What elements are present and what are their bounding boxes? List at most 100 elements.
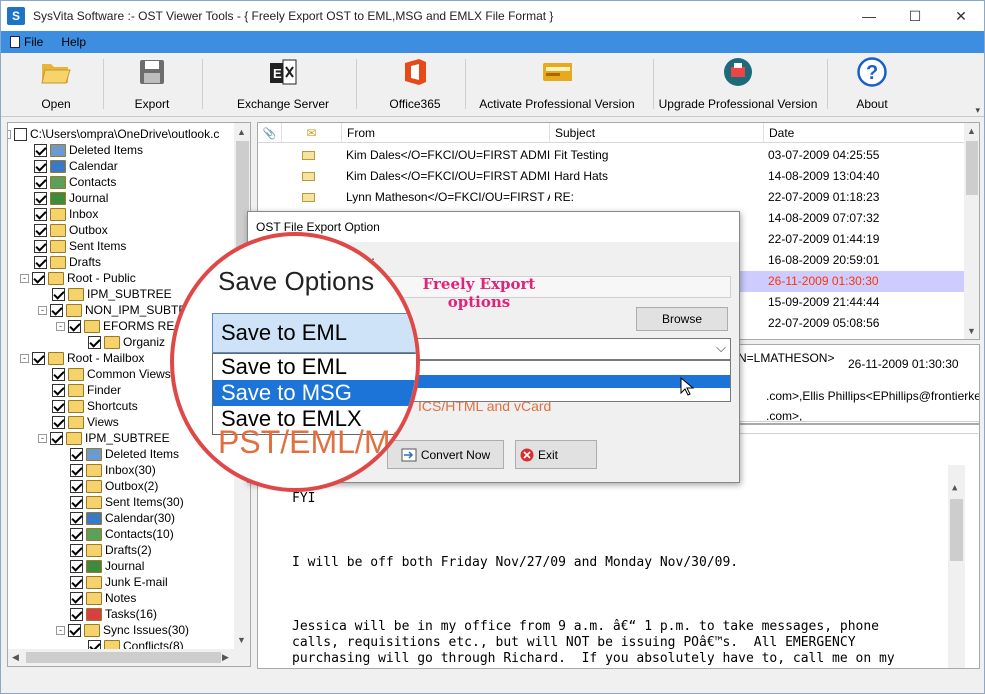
dropdown-option-highlighted[interactable] <box>388 375 730 388</box>
tree-checkbox[interactable] <box>70 479 83 493</box>
tree-item[interactable]: - Root - Public <box>20 270 136 286</box>
list-vertical-scrollbar[interactable]: ▲ ▼ <box>964 123 979 339</box>
tree-checkbox[interactable] <box>34 159 47 173</box>
tree-checkbox[interactable] <box>70 591 83 605</box>
title-bar[interactable]: S SysVita Software :- OST Viewer Tools -… <box>1 1 984 31</box>
menu-file[interactable]: File <box>1 31 52 53</box>
scroll-up-icon[interactable]: ▲ <box>952 483 957 493</box>
tree-checkbox[interactable] <box>34 255 47 269</box>
scroll-left-icon[interactable]: ◀ <box>12 652 19 663</box>
dropdown-option[interactable] <box>388 388 730 401</box>
tree-checkbox[interactable] <box>34 223 47 237</box>
tree-checkbox[interactable] <box>52 287 65 301</box>
tree-checkbox[interactable] <box>14 127 27 141</box>
tree-checkbox[interactable] <box>32 271 45 285</box>
tree-item[interactable]: Views <box>52 414 119 430</box>
tree-checkbox[interactable] <box>52 399 65 413</box>
tree-item[interactable]: Drafts(2) <box>70 542 152 558</box>
tree-checkbox[interactable] <box>50 431 63 445</box>
scroll-down-icon[interactable]: ▼ <box>237 635 246 645</box>
body-scrollbar-thumb[interactable] <box>950 499 963 561</box>
tree-item[interactable]: - C:\Users\ompra\OneDrive\outlook.c <box>8 126 219 142</box>
exchange-server-button[interactable]: E Exchange Server <box>233 57 333 111</box>
activate-professional-button[interactable]: Activate Professional Version <box>477 57 637 111</box>
dropdown-option[interactable] <box>388 361 730 375</box>
tree-item[interactable]: Contacts(10) <box>70 526 174 542</box>
menu-help[interactable]: Help <box>52 31 95 53</box>
tree-item[interactable]: Journal <box>34 190 108 206</box>
tree-checkbox[interactable] <box>52 415 65 429</box>
toolbar-overflow-icon[interactable]: ▾ <box>975 105 980 116</box>
tree-item[interactable]: Calendar <box>34 158 118 174</box>
tree-item[interactable]: IPM_SUBTREE <box>52 286 172 302</box>
type-column-header[interactable]: ✉ <box>282 123 342 143</box>
maximize-button[interactable]: ☐ <box>892 1 938 31</box>
tree-checkbox[interactable] <box>34 207 47 221</box>
tree-checkbox[interactable] <box>52 367 65 381</box>
save-format-dropdown[interactable]: ⌵ <box>387 338 731 360</box>
tree-item[interactable]: Calendar(30) <box>70 510 175 526</box>
about-button[interactable]: ? About <box>847 57 897 111</box>
tree-checkbox[interactable] <box>70 575 83 589</box>
export-button[interactable]: Export <box>127 57 177 111</box>
scroll-up-icon[interactable]: ▲ <box>237 127 246 137</box>
close-button[interactable]: ✕ <box>938 1 984 31</box>
tree-expander-icon[interactable]: - <box>38 305 47 315</box>
browse-button[interactable]: Browse <box>636 307 728 331</box>
tree-item[interactable]: Outbox(2) <box>70 478 158 494</box>
tree-expander-icon[interactable]: - <box>56 321 65 331</box>
date-column-header[interactable]: Date <box>764 123 964 143</box>
tree-item[interactable]: Inbox <box>34 206 98 222</box>
tree-checkbox[interactable] <box>32 351 45 365</box>
message-row[interactable]: Kim Dales</O=FKCI/OU=FIRST ADMIN... Fit T… <box>258 145 964 166</box>
scroll-right-icon[interactable]: ▶ <box>222 652 229 663</box>
tree-horizontal-scrollbar[interactable]: ◀ ▶ <box>8 649 250 666</box>
tree-item[interactable]: Deleted Items <box>34 142 143 158</box>
tree-checkbox[interactable] <box>52 383 65 397</box>
tree-checkbox[interactable] <box>34 239 47 253</box>
tree-item[interactable]: Junk E-mail <box>70 574 168 590</box>
office365-button[interactable]: Office365 <box>385 57 445 111</box>
tree-checkbox[interactable] <box>70 495 83 509</box>
tree-item[interactable]: Sent Items(30) <box>70 494 184 510</box>
tree-item[interactable]: Shortcuts <box>52 398 138 414</box>
tree-item[interactable]: Organiz <box>88 334 165 350</box>
tree-item[interactable]: - IPM_SUBTREE <box>38 430 170 446</box>
destination-path-input[interactable] <box>358 276 731 298</box>
tree-item[interactable]: Contacts <box>34 174 116 190</box>
body-vertical-scrollbar[interactable]: ▲ <box>948 465 965 668</box>
tree-item[interactable]: Tasks(16) <box>70 606 157 622</box>
tree-checkbox[interactable] <box>70 527 83 541</box>
list-scrollbar-thumb[interactable] <box>966 141 978 195</box>
tree-checkbox[interactable] <box>68 623 81 637</box>
upgrade-professional-button[interactable]: Upgrade Professional Version <box>658 57 818 111</box>
tree-item[interactable]: Sent Items <box>34 238 126 254</box>
tree-checkbox[interactable] <box>70 559 83 573</box>
subject-column-header[interactable]: Subject <box>550 123 764 143</box>
scroll-down-icon[interactable]: ▼ <box>967 326 976 336</box>
tree-expander-icon[interactable]: - <box>8 129 11 139</box>
tree-checkbox[interactable] <box>88 335 101 349</box>
attachment-column-header[interactable]: 📎 <box>258 123 282 143</box>
tree-item[interactable]: Journal <box>70 558 144 574</box>
tree-item[interactable]: Finder <box>52 382 121 398</box>
tree-checkbox[interactable] <box>34 143 47 157</box>
tree-item[interactable]: Notes <box>70 590 136 606</box>
tree-item[interactable]: - Sync Issues(30) <box>56 622 189 638</box>
tree-checkbox[interactable] <box>34 191 47 205</box>
tree-checkbox[interactable] <box>70 447 83 461</box>
tree-checkbox[interactable] <box>70 511 83 525</box>
magnified-format-select[interactable]: Save to EML <box>212 313 416 353</box>
tree-hscroll-thumb[interactable] <box>26 652 221 663</box>
tree-expander-icon[interactable]: - <box>20 273 29 283</box>
tree-checkbox[interactable] <box>70 543 83 557</box>
option-save-to-eml[interactable]: Save to EML <box>213 354 416 380</box>
from-column-header[interactable]: From <box>342 123 550 143</box>
tree-item[interactable]: Inbox(30) <box>70 462 156 478</box>
tree-expander-icon[interactable]: - <box>20 353 29 363</box>
tree-item[interactable]: - Root - Mailbox <box>20 350 144 366</box>
minimize-button[interactable]: — <box>846 1 892 31</box>
tree-checkbox[interactable] <box>70 607 83 621</box>
tree-checkbox[interactable] <box>68 319 81 333</box>
tree-item[interactable]: - EFORMS RE <box>56 318 174 334</box>
